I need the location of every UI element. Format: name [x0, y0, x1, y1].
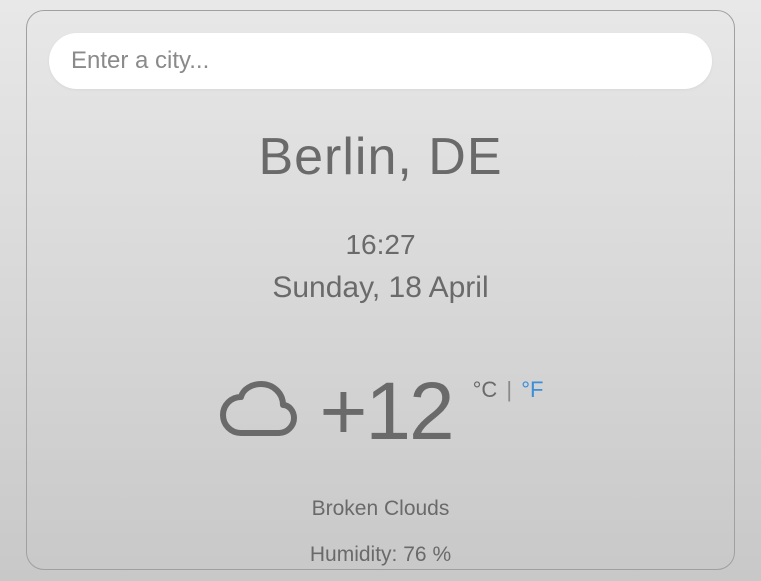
cloud-icon	[217, 381, 299, 443]
unit-toggle: °C | °F	[473, 377, 544, 403]
current-time: 16:27	[49, 229, 712, 261]
humidity-line: Humidity: 76 %	[49, 543, 712, 567]
fahrenheit-unit[interactable]: °F	[521, 377, 543, 402]
weather-card: Berlin, DE 16:27 Sunday, 18 April +12 °C…	[26, 10, 735, 570]
celsius-unit[interactable]: °C	[473, 377, 498, 402]
unit-separator: |	[506, 377, 512, 402]
city-name: Berlin, DE	[49, 127, 712, 187]
city-search-input[interactable]	[49, 33, 712, 89]
current-date: Sunday, 18 April	[49, 271, 712, 305]
weather-details: Broken Clouds Humidity: 76 %	[49, 497, 712, 567]
temperature-row: +12 °C | °F	[49, 365, 712, 459]
temperature-value: +12	[319, 365, 452, 459]
condition-text: Broken Clouds	[49, 497, 712, 521]
humidity-value: 76 %	[403, 543, 451, 566]
humidity-label: Humidity:	[310, 543, 398, 566]
